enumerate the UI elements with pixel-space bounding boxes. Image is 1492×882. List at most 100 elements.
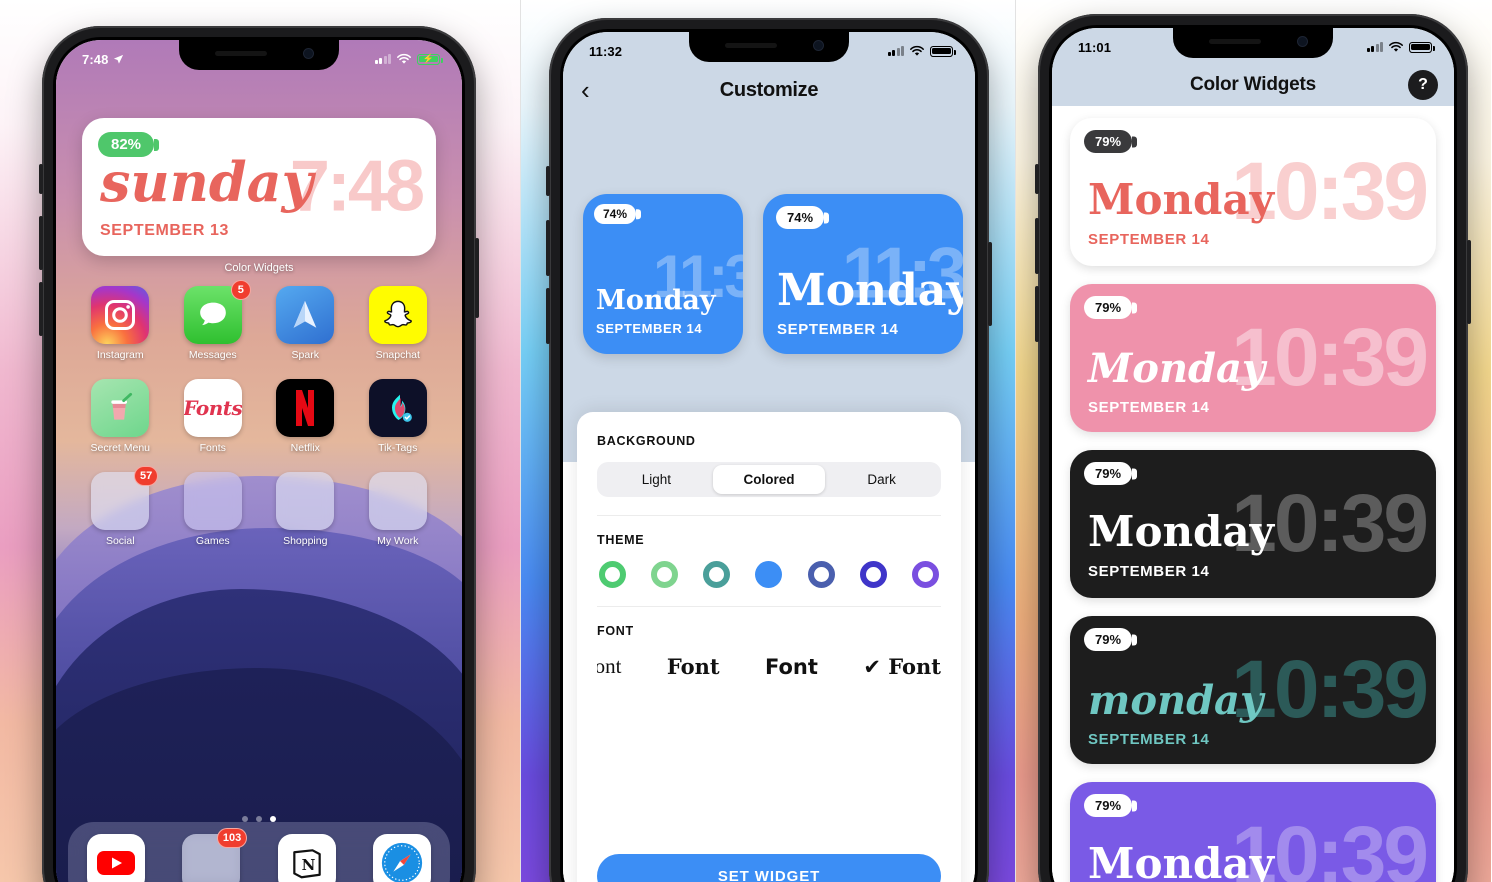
earpiece-speaker <box>215 51 267 56</box>
app-spark[interactable]: Spark <box>259 286 352 361</box>
app-label: Netflix <box>290 442 320 454</box>
mute-switch[interactable] <box>546 166 550 196</box>
cellular-signal-icon <box>1366 42 1383 52</box>
font-option-selected[interactable]: ✔ Font <box>863 654 941 679</box>
dock-youtube[interactable] <box>86 834 145 882</box>
widget-battery-badge: 79% <box>1084 794 1133 817</box>
font-option-label: Font <box>888 654 941 679</box>
front-camera <box>814 41 823 50</box>
svg-text:N: N <box>301 856 315 874</box>
app-folder-social[interactable]: 57 Social <box>74 466 167 547</box>
power-button[interactable] <box>475 238 479 318</box>
dock-safari[interactable] <box>373 834 432 882</box>
iphone-frame-customize: 11:32 ‹ Customize 74% 11: Monday SEPTEMB… <box>546 18 992 882</box>
phone-screen-gallery: Color Widgets ? 11:01 79% 10:39 Monday S… <box>1052 28 1454 882</box>
power-button[interactable] <box>1467 240 1471 324</box>
power-button[interactable] <box>988 242 992 326</box>
segment-light[interactable]: Light <box>600 465 713 494</box>
widget-battery-badge: 79% <box>1084 462 1133 485</box>
volume-up-button[interactable] <box>546 220 550 276</box>
widget-battery-badge: 82% <box>98 132 155 157</box>
app-label: Shopping <box>283 535 328 547</box>
widget-date: SEPTEMBER 14 <box>1088 731 1210 748</box>
youtube-icon <box>86 834 145 882</box>
earpiece-speaker <box>725 43 777 48</box>
volume-up-button[interactable] <box>1035 218 1039 274</box>
app-folder-games[interactable]: Games <box>167 472 260 547</box>
font-option-slab[interactable]: Font <box>667 654 720 679</box>
dock-notion[interactable]: N <box>277 834 336 882</box>
gallery-widget-dark-teal-script[interactable]: 79% 10:39 monday SEPTEMBER 14 <box>1070 616 1436 764</box>
front-camera <box>1298 37 1307 46</box>
widget-preview-small[interactable]: 74% 11:31 Monday SEPTEMBER 14 <box>583 194 743 354</box>
dock-folder-media[interactable]: 103 <box>182 828 248 882</box>
gallery-widget-dark-slab[interactable]: 79% 10:39 Monday SEPTEMBER 14 <box>1070 450 1436 598</box>
app-messages[interactable]: 5 Messages <box>167 280 260 361</box>
app-folder-shopping[interactable]: Shopping <box>259 472 352 547</box>
theme-swatch-blue-selected[interactable] <box>755 561 783 588</box>
widget-preview-small-alt[interactable]: 74% 11:31 Monday SEPTEMBER 14 <box>763 194 963 354</box>
question-mark-icon[interactable]: ? <box>1408 70 1438 100</box>
gallery-widget-purple[interactable]: 79% 10:39 Monday SEPTEMBER 14 <box>1070 782 1436 882</box>
app-snapchat[interactable]: Snapchat <box>352 286 445 361</box>
divider <box>597 515 941 516</box>
folder-icon <box>183 472 242 530</box>
widget-gallery-list[interactable]: 79% 10:39 Monday SEPTEMBER 14 79% 10:39 … <box>1052 106 1454 882</box>
app-tik-tags[interactable]: Tik-Tags <box>352 379 445 454</box>
theme-swatch-green[interactable] <box>599 561 626 588</box>
color-widget-home[interactable]: 82% 7:48 sunday SEPTEMBER 13 <box>82 118 436 256</box>
volume-down-button[interactable] <box>546 288 550 344</box>
panel-customize: 11:32 ‹ Customize 74% 11: Monday SEPTEMB… <box>520 0 1015 882</box>
secret-menu-icon <box>91 379 150 437</box>
wifi-icon <box>397 53 411 64</box>
theme-swatch-teal[interactable] <box>703 561 731 588</box>
widget-preview-row: 74% 11:31 Monday SEPTEMBER 14 74% 11:31 … <box>583 194 963 354</box>
page-title: Customize <box>719 78 819 101</box>
set-widget-button[interactable]: SET WIDGET <box>597 854 941 882</box>
snapchat-icon <box>368 286 427 344</box>
panel-gallery: Color Widgets ? 11:01 79% 10:39 Monday S… <box>1015 0 1491 882</box>
font-option-serif[interactable]: Font <box>597 654 622 679</box>
widget-battery-badge: 79% <box>1084 628 1133 651</box>
screenshot-stage: 7:48 ⚡ 82% 7:48 sunday SEPTEMBER 13 Colo… <box>0 0 1492 882</box>
app-label: Social <box>105 535 135 547</box>
app-label: Fonts <box>199 442 226 454</box>
app-secret-menu[interactable]: Secret Menu <box>74 379 167 454</box>
volume-down-button[interactable] <box>39 282 43 336</box>
chevron-left-icon[interactable]: ‹ <box>581 77 590 103</box>
segment-colored[interactable]: Colored <box>712 465 826 494</box>
widget-day: Monday <box>596 285 716 316</box>
charging-bolt-icon: ⚡ <box>422 53 435 64</box>
phone-bezel: 11:32 ‹ Customize 74% 11: Monday SEPTEMB… <box>560 29 978 882</box>
battery-icon <box>1409 41 1435 53</box>
background-segmented-control[interactable]: Light Colored Dark <box>597 462 941 497</box>
iphone-frame-gallery: Color Widgets ? 11:01 79% 10:39 Monday S… <box>1035 14 1471 882</box>
app-label: Tik-Tags <box>378 442 418 454</box>
widget-date: SEPTEMBER 14 <box>1088 399 1210 416</box>
wifi-icon <box>1389 41 1403 52</box>
theme-swatch-purple[interactable] <box>911 561 939 588</box>
widget-date: SEPTEMBER 14 <box>596 321 703 336</box>
widget-day: Monday <box>1088 345 1266 392</box>
app-netflix[interactable]: Netflix <box>259 379 352 454</box>
app-fonts[interactable]: Fonts Fonts <box>167 379 260 454</box>
theme-swatch-indigo[interactable] <box>859 561 887 588</box>
status-indicators: ⚡ <box>374 53 443 65</box>
gallery-widget-pink-script[interactable]: 79% 10:39 Monday SEPTEMBER 14 <box>1070 284 1436 432</box>
app-instagram[interactable]: Instagram <box>74 286 167 361</box>
customize-sheet: BACKGROUND Light Colored Dark THEME FONT… <box>563 412 975 882</box>
segment-dark[interactable]: Dark <box>825 465 938 494</box>
widget-date: SEPTEMBER 14 <box>777 321 899 338</box>
theme-swatch-light-green[interactable] <box>651 561 679 588</box>
volume-up-button[interactable] <box>39 216 43 270</box>
app-label: Instagram <box>96 349 144 361</box>
divider <box>597 606 941 607</box>
mute-switch[interactable] <box>1035 164 1039 194</box>
app-folder-my-work[interactable]: My Work <box>352 472 445 547</box>
volume-down-button[interactable] <box>1035 286 1039 342</box>
app-label: Secret Menu <box>90 442 151 454</box>
mute-switch[interactable] <box>39 164 43 194</box>
theme-swatch-slate[interactable] <box>807 561 835 588</box>
font-option-sans-bold[interactable]: Font <box>765 655 818 679</box>
gallery-widget-light-serif[interactable]: 79% 10:39 Monday SEPTEMBER 14 <box>1070 118 1436 266</box>
